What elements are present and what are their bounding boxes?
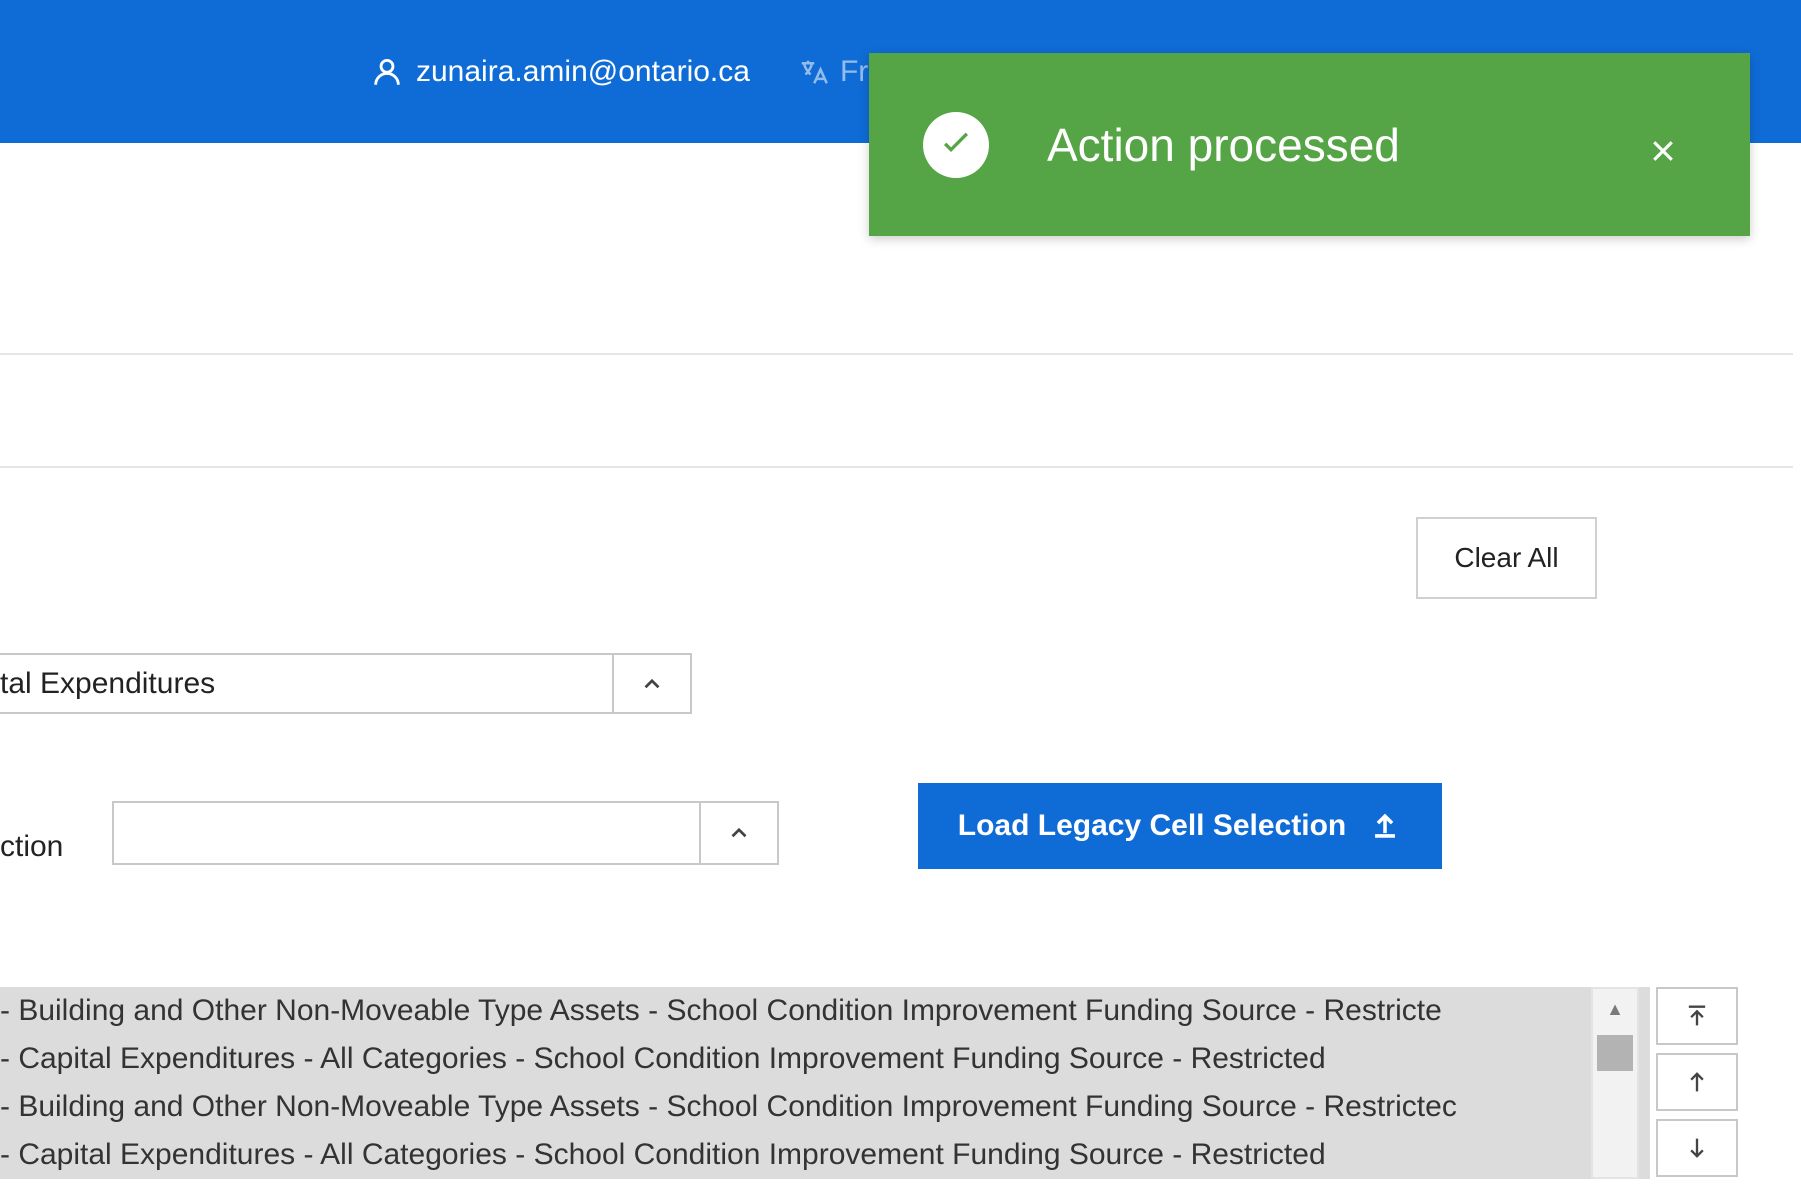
- expenditures-combo-toggle[interactable]: [612, 655, 690, 712]
- chevron-up-icon: [726, 820, 752, 846]
- expenditures-combo[interactable]: tal Expenditures: [0, 653, 692, 714]
- success-check-icon: [923, 112, 989, 178]
- load-legacy-button[interactable]: Load Legacy Cell Selection: [918, 783, 1442, 869]
- selection-combo-toggle[interactable]: [699, 803, 777, 863]
- user-icon: [370, 55, 404, 89]
- user-identity: zunaira.amin@ontario.ca: [370, 55, 750, 89]
- list-item[interactable]: - Capital Expenditures - All Categories …: [0, 1035, 1650, 1083]
- selection-combo[interactable]: [112, 801, 779, 865]
- toast-notification: Action processed: [869, 53, 1750, 236]
- arrow-up-icon: [1683, 1068, 1711, 1096]
- translate-icon: [798, 57, 828, 87]
- list-item[interactable]: - Capital Expenditures - All Categories …: [0, 1131, 1650, 1179]
- arrow-top-icon: [1683, 1002, 1711, 1030]
- selection-combo-value: [114, 803, 699, 863]
- upload-icon: [1368, 809, 1402, 843]
- list-item[interactable]: - Building and Other Non-Moveable Type A…: [0, 1083, 1650, 1131]
- user-email: zunaira.amin@ontario.ca: [416, 55, 750, 89]
- move-down-button[interactable]: [1656, 1119, 1738, 1177]
- close-icon: [1648, 136, 1678, 166]
- toast-message: Action processed: [1047, 118, 1400, 172]
- chevron-up-icon: [639, 671, 665, 697]
- divider: [0, 466, 1793, 468]
- toast-close-button[interactable]: [1648, 123, 1678, 177]
- scrollbar-thumb[interactable]: [1597, 1035, 1633, 1071]
- selection-label-fragment: ction: [0, 830, 63, 864]
- arrow-down-icon: [1683, 1134, 1711, 1162]
- load-legacy-label: Load Legacy Cell Selection: [958, 809, 1346, 843]
- divider: [0, 353, 1793, 355]
- move-up-button[interactable]: [1656, 1053, 1738, 1111]
- scrollbar-up-arrow-icon[interactable]: ▲: [1593, 989, 1637, 1029]
- list-scrollbar[interactable]: ▲: [1591, 987, 1639, 1179]
- reorder-buttons: [1656, 987, 1738, 1177]
- move-to-top-button[interactable]: [1656, 987, 1738, 1045]
- clear-all-label: Clear All: [1454, 542, 1558, 573]
- clear-all-button[interactable]: Clear All: [1416, 517, 1597, 599]
- list-item[interactable]: - Building and Other Non-Moveable Type A…: [0, 987, 1650, 1035]
- selection-list[interactable]: - Building and Other Non-Moveable Type A…: [0, 987, 1650, 1179]
- expenditures-combo-value: tal Expenditures: [0, 667, 612, 701]
